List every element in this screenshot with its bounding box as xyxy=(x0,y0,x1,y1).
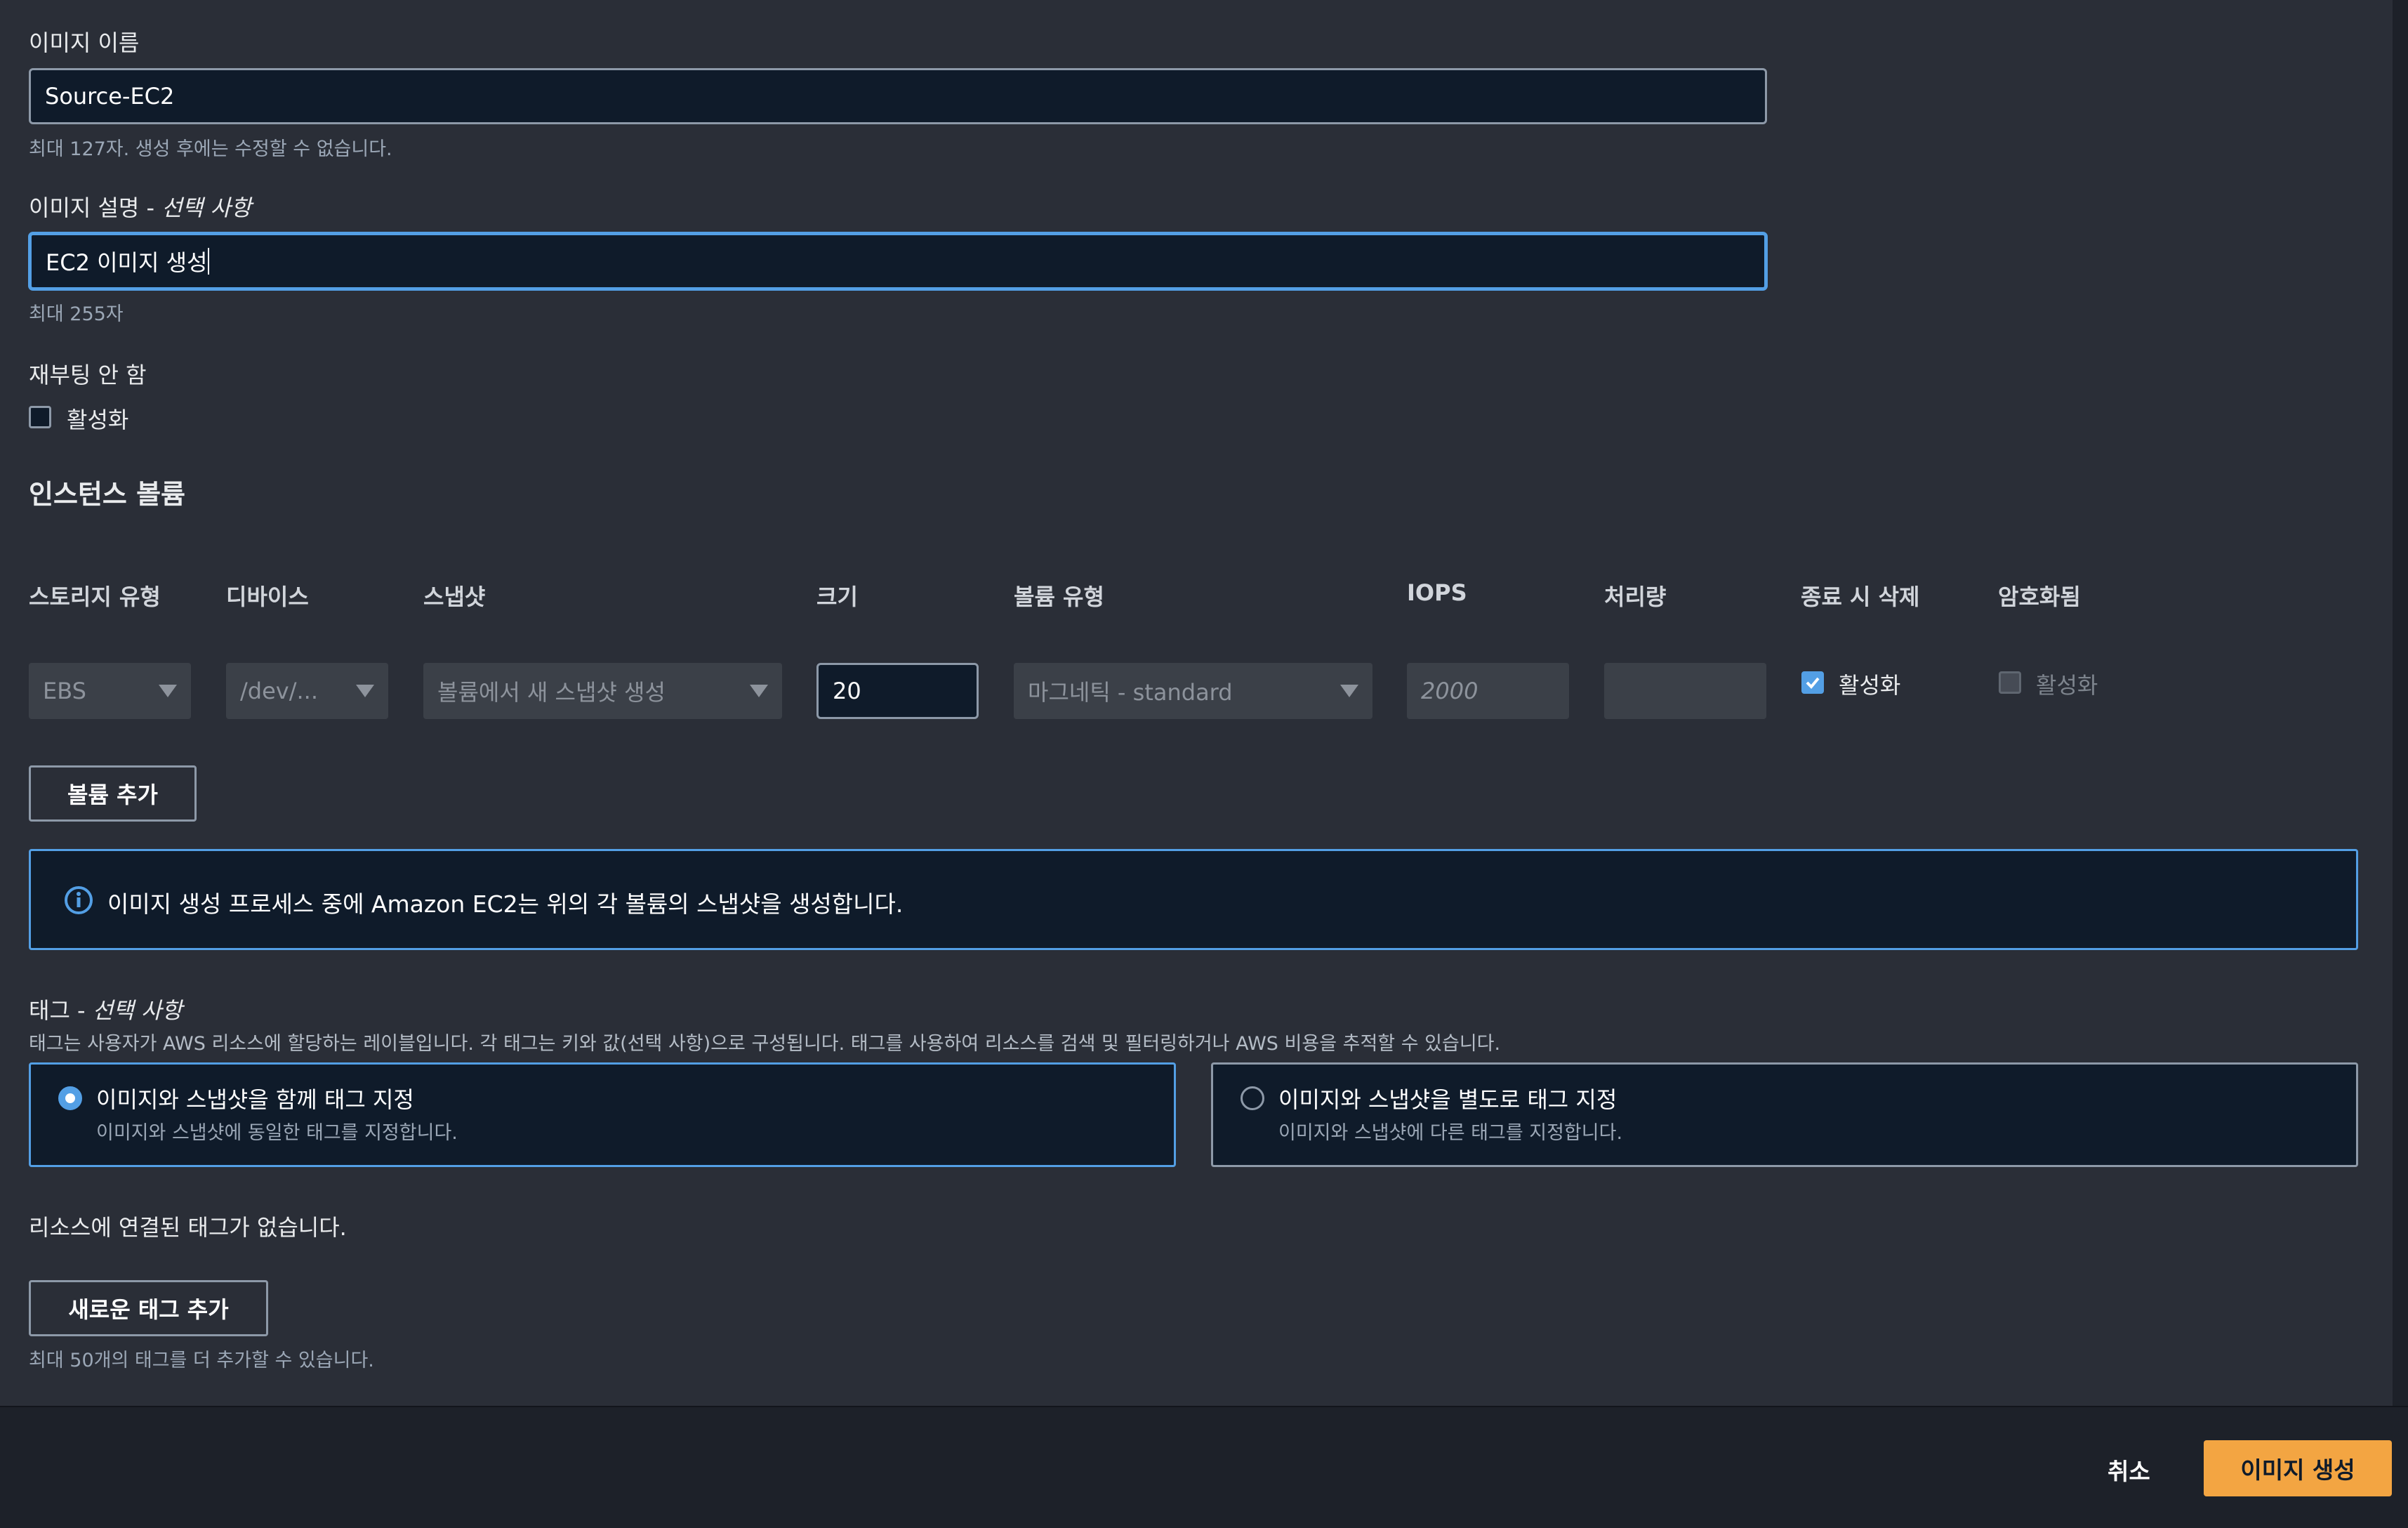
tags-description: 태그는 사용자가 AWS 리소스에 할당하는 레이블입니다. 각 태그는 키와 … xyxy=(29,1033,1501,1055)
tag-option-separate-title: 이미지와 스냅샷을 별도로 태그 지정 xyxy=(1278,1086,1618,1113)
iops-input: 2000 xyxy=(1407,663,1569,719)
image-name-hint: 최대 127자. 생성 후에는 수정할 수 없습니다. xyxy=(29,138,392,160)
tag-limit-hint: 최대 50개의 태그를 더 추가할 수 있습니다. xyxy=(29,1350,374,1371)
chevron-down-icon xyxy=(750,685,768,697)
image-name-value: Source-EC2 xyxy=(45,83,175,110)
delete-on-termination-checkbox[interactable] xyxy=(1801,671,1824,694)
optional-label: 선택 사항 xyxy=(161,195,252,221)
column-size: 크기 xyxy=(816,584,858,610)
instance-volumes-title: 인스턴스 볼륨 xyxy=(29,479,185,510)
info-circle-icon xyxy=(65,886,93,914)
tag-option-separate-desc: 이미지와 스냅샷에 다른 태그를 지정합니다. xyxy=(1278,1122,1623,1144)
device-select: /dev/... xyxy=(226,663,388,719)
column-encrypted: 암호화됨 xyxy=(1998,584,2081,610)
storage-type-value: EBS xyxy=(43,678,86,704)
text-caret xyxy=(208,248,210,275)
column-storage-type: 스토리지 유형 xyxy=(29,584,161,610)
size-input[interactable]: 20 xyxy=(816,663,979,719)
radio-together[interactable] xyxy=(58,1086,82,1110)
chevron-down-icon xyxy=(1340,685,1358,697)
column-volume-type: 볼륨 유형 xyxy=(1014,584,1104,610)
cancel-button[interactable]: 취소 xyxy=(2108,1453,2150,1487)
image-name-input[interactable]: Source-EC2 xyxy=(29,68,1767,124)
footer-bar xyxy=(0,1406,2408,1528)
encrypted-checkbox xyxy=(1999,671,2021,694)
image-name-label: 이미지 이름 xyxy=(29,29,140,56)
volume-type-value: 마그네틱 - standard xyxy=(1028,679,1233,706)
scrollbar-track[interactable] xyxy=(2393,0,2408,1407)
column-snapshot: 스냅샷 xyxy=(423,584,486,610)
volume-type-select: 마그네틱 - standard xyxy=(1014,663,1372,719)
chevron-down-icon xyxy=(356,685,374,697)
storage-type-select: EBS xyxy=(29,663,191,719)
checkmark-icon xyxy=(1806,677,1820,689)
column-delete-on-termination: 종료 시 삭제 xyxy=(1801,584,1920,610)
no-reboot-label: 재부팅 안 함 xyxy=(29,362,147,388)
image-description-input[interactable]: EC2 이미지 생성 xyxy=(29,232,1767,290)
image-description-label: 이미지 설명 - 선택 사항 xyxy=(29,195,252,221)
column-device: 디바이스 xyxy=(226,584,309,610)
tag-option-together[interactable] xyxy=(29,1062,1176,1167)
column-iops: IOPS xyxy=(1407,579,1467,606)
image-description-hint: 최대 255자 xyxy=(29,303,124,325)
tags-label: 태그 - 선택 사항 xyxy=(29,997,183,1024)
snapshot-value: 볼륨에서 새 스냅샷 생성 xyxy=(437,679,666,706)
chevron-down-icon xyxy=(159,685,177,697)
tag-option-together-desc: 이미지와 스냅샷에 동일한 태그를 지정합니다. xyxy=(96,1122,458,1144)
add-volume-button[interactable]: 볼륨 추가 xyxy=(29,765,197,822)
throughput-input xyxy=(1604,663,1766,719)
device-value: /dev/... xyxy=(240,678,319,704)
info-banner-text: 이미지 생성 프로세스 중에 Amazon EC2는 위의 각 볼륨의 스냅샷을… xyxy=(107,890,904,918)
optional-label: 선택 사항 xyxy=(92,997,183,1024)
snapshot-select: 볼륨에서 새 스냅샷 생성 xyxy=(423,663,782,719)
no-tags-text: 리소스에 연결된 태그가 없습니다. xyxy=(29,1214,347,1241)
no-reboot-checkbox[interactable] xyxy=(29,406,51,428)
size-value: 20 xyxy=(833,678,861,704)
column-throughput: 처리량 xyxy=(1604,584,1667,610)
image-description-value: EC2 이미지 생성 xyxy=(46,249,208,276)
delete-on-termination-label: 활성화 xyxy=(1839,672,1901,699)
iops-value: 2000 xyxy=(1421,678,1478,704)
add-tag-button[interactable]: 새로운 태그 추가 xyxy=(29,1280,268,1336)
no-reboot-checkbox-label: 활성화 xyxy=(67,407,129,433)
radio-separate[interactable] xyxy=(1241,1086,1264,1110)
tag-option-together-title: 이미지와 스냅샷을 함께 태그 지정 xyxy=(96,1086,414,1113)
encrypted-label: 활성화 xyxy=(2036,672,2098,699)
create-image-button[interactable]: 이미지 생성 xyxy=(2204,1440,2392,1496)
tag-option-separate[interactable] xyxy=(1211,1062,2358,1167)
